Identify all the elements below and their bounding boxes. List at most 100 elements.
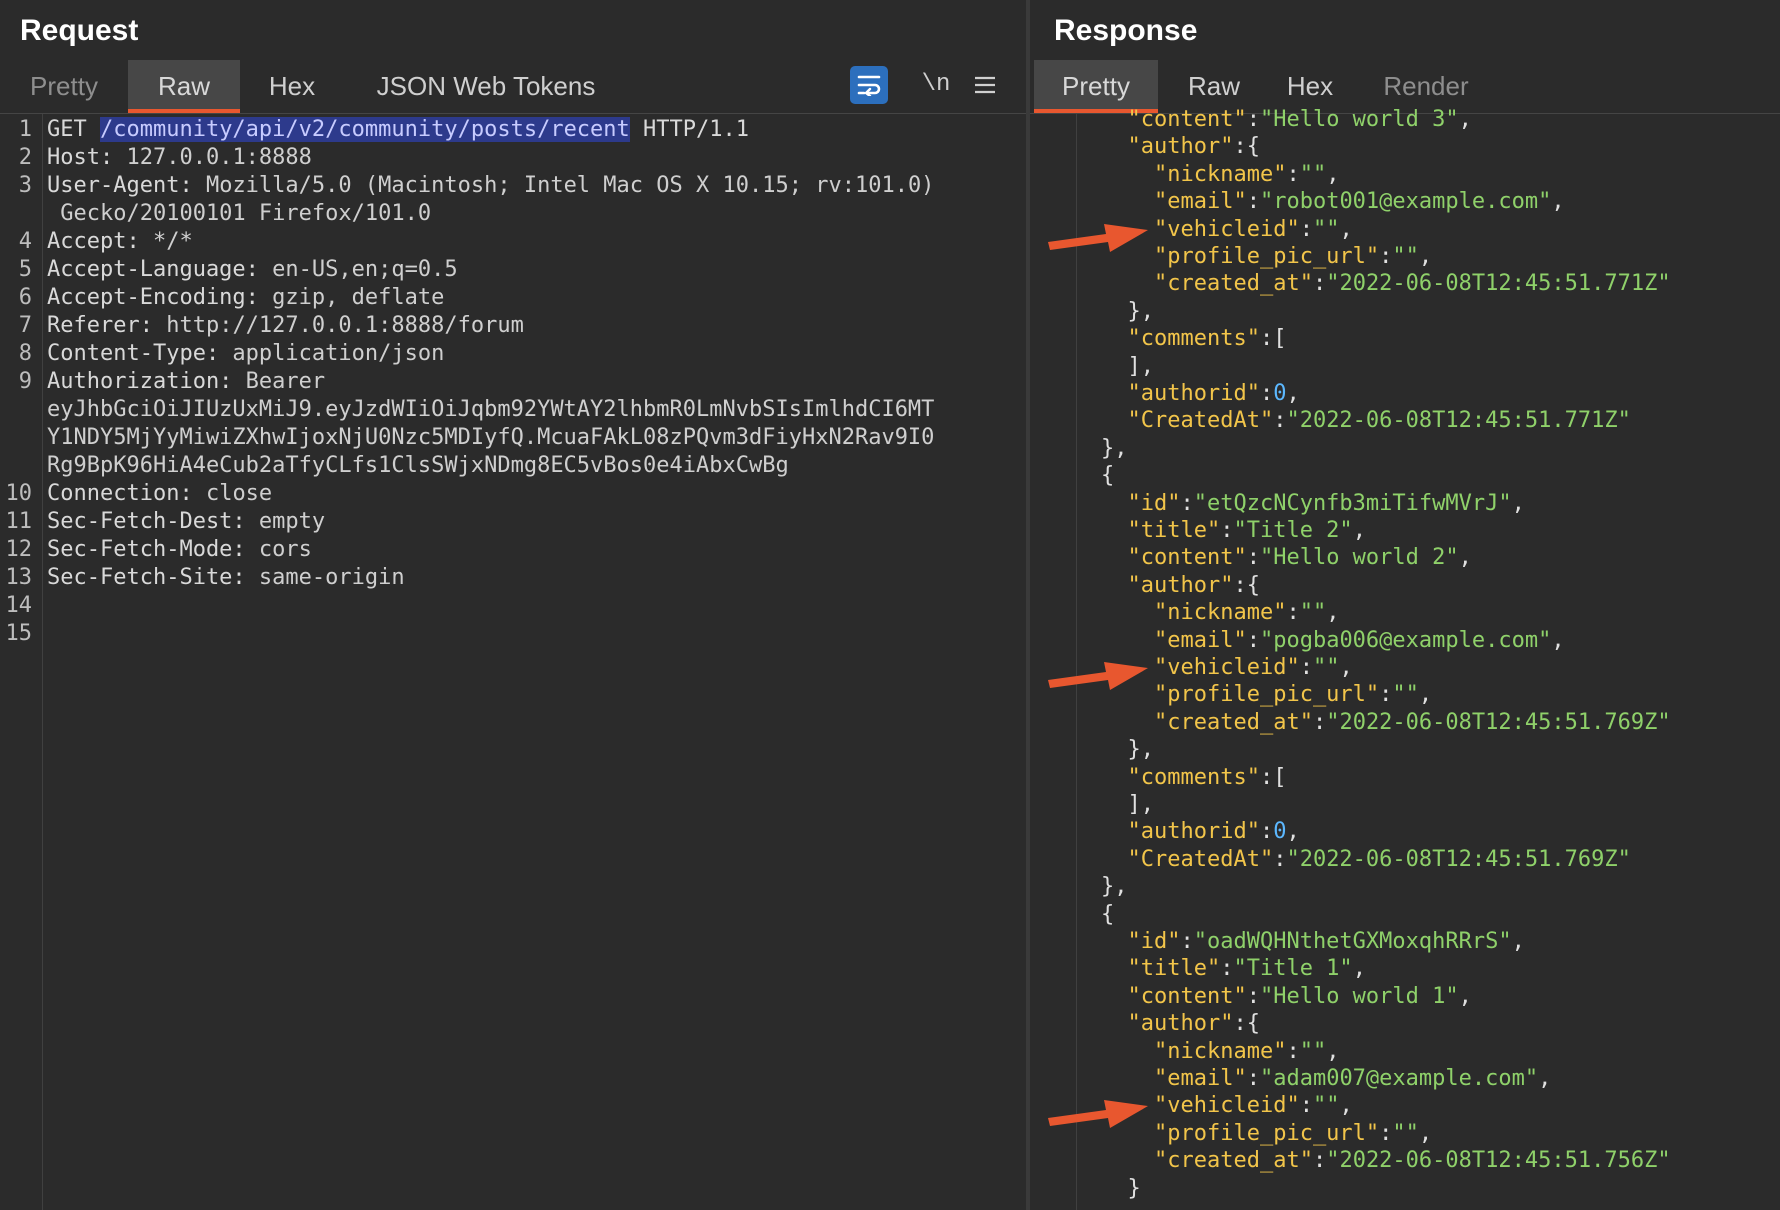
response-json-line[interactable]: "nickname":"", (1154, 1038, 1339, 1066)
response-tab-raw[interactable]: Raw (1172, 60, 1256, 112)
wrap-lines-toggle[interactable] (850, 66, 888, 104)
response-json-line[interactable]: { (1101, 462, 1114, 490)
request-line[interactable]: 14 (0, 592, 1026, 620)
request-line[interactable]: eyJhbGciOiJIUzUxMiJ9.eyJzdWIiOiJqbm92YWt… (0, 396, 1026, 424)
response-json-line[interactable]: "profile_pic_url":"", (1154, 243, 1432, 271)
response-json-line[interactable]: "email":"robot001@example.com", (1154, 188, 1565, 216)
request-line[interactable]: 6 Accept-Encoding: gzip, deflate (0, 284, 1026, 312)
json-colon: : (1220, 956, 1234, 982)
request-tab-pretty[interactable]: Pretty (14, 60, 114, 112)
header-name: Referer: (47, 313, 153, 338)
request-line[interactable]: Gecko/20100101 Firefox/101.0 (0, 200, 1026, 228)
response-json-line[interactable]: "vehicleid":"", (1154, 1092, 1353, 1120)
response-json-line[interactable]: "created_at":"2022-06-08T12:45:51.771Z" (1154, 270, 1671, 298)
request-line-text: Sec-Fetch-Dest: empty (47, 508, 325, 536)
request-line[interactable]: 11 Sec-Fetch-Dest: empty (0, 508, 1026, 536)
response-json-line[interactable]: "author":{ (1128, 572, 1260, 600)
json-punctuation: [ (1273, 326, 1287, 352)
response-json-line[interactable]: "authorid":0, (1128, 818, 1300, 846)
response-json-line[interactable]: "nickname":"", (1154, 599, 1339, 627)
response-json-line[interactable]: "title":"Title 1", (1128, 955, 1366, 983)
request-tab-jwt[interactable]: JSON Web Tokens (358, 60, 614, 112)
response-json-line[interactable]: "vehicleid":"", (1154, 654, 1353, 682)
response-json-line[interactable]: "content":"Hello world 3", (1128, 106, 1472, 134)
request-line[interactable]: 12 Sec-Fetch-Mode: cors (0, 536, 1026, 564)
request-line[interactable]: 4 Accept: */* (0, 228, 1026, 256)
response-json-line[interactable]: "CreatedAt":"2022-06-08T12:45:51.771Z" (1128, 407, 1631, 435)
options-menu-button[interactable] (968, 66, 1002, 104)
request-tab-raw[interactable]: Raw (128, 60, 240, 113)
response-json-line[interactable]: "authorid":0, (1128, 380, 1300, 408)
header-name: Accept-Language: (47, 257, 259, 282)
header-name: Accept: (47, 229, 140, 254)
response-json-line[interactable]: "email":"adam007@example.com", (1154, 1065, 1551, 1093)
response-editor[interactable]: "content":"Hello world 3", "author":{"nic… (1030, 107, 1780, 1210)
response-json-line[interactable]: ], (1128, 791, 1155, 819)
response-json-line[interactable]: "title":"Title 2", (1128, 517, 1366, 545)
response-json-line[interactable]: "author":{ (1128, 133, 1260, 161)
request-tab-hex[interactable]: Hex (250, 60, 334, 112)
json-punctuation: { (1101, 901, 1115, 927)
json-punctuation: { (1246, 1011, 1260, 1037)
response-json-line[interactable]: { (1101, 901, 1114, 929)
response-json-text[interactable]: "content":"Hello world 3", "author":{"nic… (1030, 107, 1780, 1210)
response-json-line[interactable]: "id":"oadWQHNthetGXMoxqhRRrS", (1128, 928, 1525, 956)
json-key: "title" (1127, 518, 1221, 543)
request-line-text: Y1NDY5MjYyMiwiZXhwIjoxNjU0Nzc5MDIyfQ.Mcu… (47, 424, 934, 452)
response-json-line[interactable]: }, (1101, 435, 1128, 463)
line-number: 5 (18, 257, 32, 282)
response-json-line[interactable]: ], (1128, 353, 1155, 381)
request-line[interactable]: 13 Sec-Fetch-Site: same-origin (0, 564, 1026, 592)
header-name: Accept-Encoding: (47, 285, 259, 310)
show-newlines-toggle[interactable]: \n (912, 66, 960, 104)
response-json-line[interactable]: "profile_pic_url":"", (1154, 681, 1432, 709)
request-line[interactable]: 5 Accept-Language: en-US,en;q=0.5 (0, 256, 1026, 284)
response-tab-render[interactable]: Render (1366, 60, 1486, 112)
response-json-line[interactable]: "id":"etQzcNCynfb3miTifwMVrJ", (1128, 490, 1525, 518)
response-json-line[interactable]: "CreatedAt":"2022-06-08T12:45:51.769Z" (1128, 846, 1631, 874)
line-number: 12 (5, 537, 33, 562)
response-json-line[interactable]: "created_at":"2022-06-08T12:45:51.756Z" (1154, 1147, 1671, 1175)
request-line[interactable]: 9 Authorization: Bearer (0, 368, 1026, 396)
request-line[interactable]: 7 Referer: http://127.0.0.1:8888/forum (0, 312, 1026, 340)
response-tab-pretty[interactable]: Pretty (1034, 60, 1158, 113)
response-json-line[interactable]: }, (1128, 736, 1155, 764)
request-raw-text[interactable]: 1 GET /community/api/v2/community/posts/r… (0, 114, 1026, 1210)
response-json-line[interactable]: "comments":[ (1128, 764, 1287, 792)
request-line[interactable]: 1 GET /community/api/v2/community/posts/r… (0, 116, 1026, 144)
request-line[interactable]: 2 Host: 127.0.0.1:8888 (0, 144, 1026, 172)
request-line-text: Host: 127.0.0.1:8888 (47, 144, 312, 172)
response-json-line[interactable]: "content":"Hello world 1", (1128, 983, 1472, 1011)
request-editor[interactable]: 1 GET /community/api/v2/community/posts/r… (0, 114, 1026, 1210)
response-json-line[interactable]: }, (1101, 873, 1128, 901)
request-path[interactable]: /community/api/v2/community/posts/recent (99, 117, 630, 142)
request-line[interactable]: 8 Content-Type: application/json (0, 340, 1026, 368)
response-json-line[interactable]: "content":"Hello world 2", (1128, 544, 1472, 572)
json-punctuation: }, (1127, 737, 1155, 763)
request-line[interactable]: Rg9BpK96HiA4eCub2aTfyCLfs1ClsSWjxNDmg8EC… (0, 452, 1026, 480)
line-number: 9 (18, 369, 32, 394)
response-json-line[interactable]: }, (1128, 298, 1155, 326)
response-json-line[interactable]: "email":"pogba006@example.com", (1154, 627, 1565, 655)
response-json-line[interactable]: } (1128, 1175, 1141, 1203)
json-string-value: "etQzcNCynfb3miTifwMVrJ" (1193, 490, 1512, 516)
response-json-line[interactable]: "created_at":"2022-06-08T12:45:51.769Z" (1154, 709, 1671, 737)
response-tab-hex[interactable]: Hex (1268, 60, 1352, 112)
request-line-text: Connection: close (47, 480, 272, 508)
response-json-line[interactable]: "vehicleid":"", (1154, 216, 1353, 244)
response-json-line[interactable]: "author":{ (1128, 1010, 1260, 1038)
json-key: "profile_pic_url" (1154, 682, 1380, 708)
request-line[interactable]: 15 (0, 620, 1026, 648)
request-line-text: Accept: */* (47, 228, 193, 256)
response-json-line[interactable]: "comments":[ (1128, 325, 1287, 353)
line-number: 15 (5, 621, 33, 646)
header-value: gzip, deflate (258, 285, 445, 310)
response-pane: Response Pretty Raw Hex Render "content"… (1030, 0, 1780, 1210)
request-line[interactable]: 10 Connection: close (0, 480, 1026, 508)
json-punctuation: { (1246, 134, 1260, 160)
request-line[interactable]: Y1NDY5MjYyMiwiZXhwIjoxNjU0Nzc5MDIyfQ.Mcu… (0, 424, 1026, 452)
json-colon: : (1312, 271, 1327, 297)
response-json-line[interactable]: "profile_pic_url":"", (1154, 1120, 1432, 1148)
response-json-line[interactable]: "nickname":"", (1154, 161, 1339, 189)
request-line[interactable]: 3 User-Agent: Mozilla/5.0 (Macintosh; Int… (0, 172, 1026, 200)
